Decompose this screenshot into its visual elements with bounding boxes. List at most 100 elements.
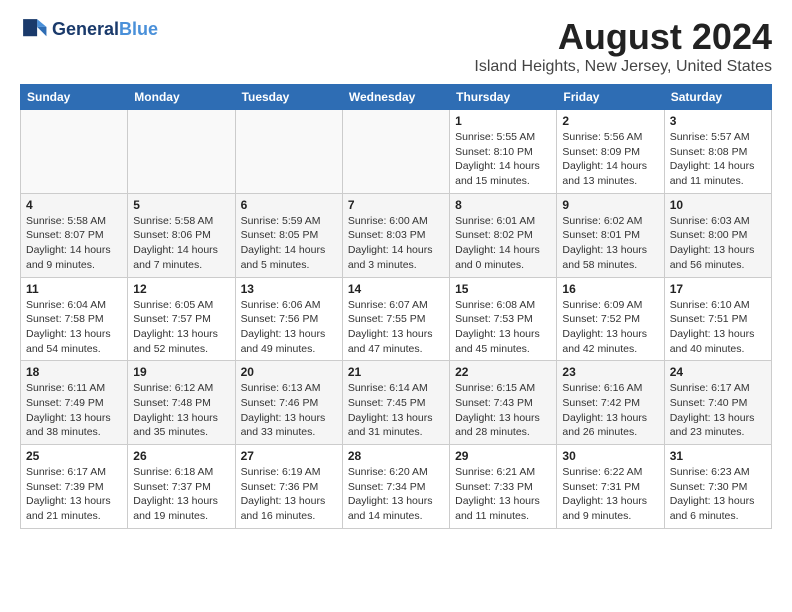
- day-number: 30: [562, 449, 658, 463]
- day-info: Sunrise: 6:02 AMSunset: 8:01 PMDaylight:…: [562, 214, 658, 273]
- day-info: Sunrise: 6:07 AMSunset: 7:55 PMDaylight:…: [348, 298, 444, 357]
- day-info: Sunrise: 6:04 AMSunset: 7:58 PMDaylight:…: [26, 298, 122, 357]
- day-info: Sunrise: 6:11 AMSunset: 7:49 PMDaylight:…: [26, 381, 122, 440]
- weekday-header-row: SundayMondayTuesdayWednesdayThursdayFrid…: [21, 85, 772, 110]
- day-number: 29: [455, 449, 551, 463]
- calendar-cell: 3 Sunrise: 5:57 AMSunset: 8:08 PMDaylight…: [664, 110, 771, 194]
- calendar-cell: 31 Sunrise: 6:23 AMSunset: 7:30 PMDayligh…: [664, 445, 771, 529]
- day-info: Sunrise: 6:06 AMSunset: 7:56 PMDaylight:…: [241, 298, 337, 357]
- day-info: Sunrise: 5:57 AMSunset: 8:08 PMDaylight:…: [670, 130, 766, 189]
- calendar-cell: 18 Sunrise: 6:11 AMSunset: 7:49 PMDayligh…: [21, 361, 128, 445]
- day-number: 26: [133, 449, 229, 463]
- day-info: Sunrise: 6:08 AMSunset: 7:53 PMDaylight:…: [455, 298, 551, 357]
- day-number: 3: [670, 114, 766, 128]
- week-row-2: 4 Sunrise: 5:58 AMSunset: 8:07 PMDaylight…: [21, 193, 772, 277]
- calendar-cell: 20Sunrise: 6:13 AMSunset: 7:46 PMDayligh…: [235, 361, 342, 445]
- day-number: 11: [26, 282, 122, 296]
- day-info: Sunrise: 6:22 AMSunset: 7:31 PMDaylight:…: [562, 465, 658, 524]
- day-info: Sunrise: 5:58 AMSunset: 8:07 PMDaylight:…: [26, 214, 122, 273]
- day-info: Sunrise: 6:18 AMSunset: 7:37 PMDaylight:…: [133, 465, 229, 524]
- day-info: Sunrise: 6:03 AMSunset: 8:00 PMDaylight:…: [670, 214, 766, 273]
- calendar-cell: 11 Sunrise: 6:04 AMSunset: 7:58 PMDayligh…: [21, 277, 128, 361]
- weekday-wednesday: Wednesday: [342, 85, 449, 110]
- calendar-cell: 28Sunrise: 6:20 AMSunset: 7:34 PMDayligh…: [342, 445, 449, 529]
- calendar-cell: 15 Sunrise: 6:08 AMSunset: 7:53 PMDayligh…: [450, 277, 557, 361]
- day-number: 24: [670, 365, 766, 379]
- calendar-cell: 21 Sunrise: 6:14 AMSunset: 7:45 PMDayligh…: [342, 361, 449, 445]
- day-number: 27: [241, 449, 337, 463]
- day-number: 4: [26, 198, 122, 212]
- calendar-cell: 2Sunrise: 5:56 AMSunset: 8:09 PMDaylight…: [557, 110, 664, 194]
- title-block: August 2024 Island Heights, New Jersey, …: [474, 16, 772, 76]
- week-row-4: 18 Sunrise: 6:11 AMSunset: 7:49 PMDayligh…: [21, 361, 772, 445]
- day-info: Sunrise: 6:15 AMSunset: 7:43 PMDaylight:…: [455, 381, 551, 440]
- day-number: 19: [133, 365, 229, 379]
- day-number: 10: [670, 198, 766, 212]
- calendar-table: SundayMondayTuesdayWednesdayThursdayFrid…: [20, 84, 772, 529]
- calendar-cell: 26 Sunrise: 6:18 AMSunset: 7:37 PMDayligh…: [128, 445, 235, 529]
- day-info: Sunrise: 6:01 AMSunset: 8:02 PMDaylight:…: [455, 214, 551, 273]
- day-info: Sunrise: 6:14 AMSunset: 7:45 PMDaylight:…: [348, 381, 444, 440]
- calendar-cell: 6 Sunrise: 5:59 AMSunset: 8:05 PMDaylight…: [235, 193, 342, 277]
- day-number: 22: [455, 365, 551, 379]
- day-info: Sunrise: 5:58 AMSunset: 8:06 PMDaylight:…: [133, 214, 229, 273]
- week-row-1: 1 Sunrise: 5:55 AMSunset: 8:10 PMDaylight…: [21, 110, 772, 194]
- day-number: 1: [455, 114, 551, 128]
- calendar-cell: 19 Sunrise: 6:12 AMSunset: 7:48 PMDayligh…: [128, 361, 235, 445]
- day-number: 23: [562, 365, 658, 379]
- calendar-cell: 27 Sunrise: 6:19 AMSunset: 7:36 PMDayligh…: [235, 445, 342, 529]
- calendar-cell: 29Sunrise: 6:21 AMSunset: 7:33 PMDayligh…: [450, 445, 557, 529]
- day-number: 25: [26, 449, 122, 463]
- weekday-thursday: Thursday: [450, 85, 557, 110]
- calendar-cell: 14 Sunrise: 6:07 AMSunset: 7:55 PMDayligh…: [342, 277, 449, 361]
- weekday-monday: Monday: [128, 85, 235, 110]
- day-info: Sunrise: 6:09 AMSunset: 7:52 PMDaylight:…: [562, 298, 658, 357]
- day-number: 15: [455, 282, 551, 296]
- day-number: 17: [670, 282, 766, 296]
- calendar-cell: 24 Sunrise: 6:17 AMSunset: 7:40 PMDayligh…: [664, 361, 771, 445]
- weekday-tuesday: Tuesday: [235, 85, 342, 110]
- calendar-cell: 1 Sunrise: 5:55 AMSunset: 8:10 PMDaylight…: [450, 110, 557, 194]
- location-title: Island Heights, New Jersey, United State…: [474, 58, 772, 76]
- day-info: Sunrise: 6:16 AMSunset: 7:42 PMDaylight:…: [562, 381, 658, 440]
- calendar-cell: 12 Sunrise: 6:05 AMSunset: 7:57 PMDayligh…: [128, 277, 235, 361]
- calendar-cell: 9 Sunrise: 6:02 AMSunset: 8:01 PMDaylight…: [557, 193, 664, 277]
- day-number: 16: [562, 282, 658, 296]
- calendar-cell: 10 Sunrise: 6:03 AMSunset: 8:00 PMDayligh…: [664, 193, 771, 277]
- weekday-saturday: Saturday: [664, 85, 771, 110]
- week-row-3: 11 Sunrise: 6:04 AMSunset: 7:58 PMDayligh…: [21, 277, 772, 361]
- calendar-cell: 5 Sunrise: 5:58 AMSunset: 8:06 PMDaylight…: [128, 193, 235, 277]
- calendar-cell: [235, 110, 342, 194]
- day-number: 9: [562, 198, 658, 212]
- day-number: 18: [26, 365, 122, 379]
- logo-icon: [20, 16, 48, 44]
- day-number: 5: [133, 198, 229, 212]
- calendar-cell: 4 Sunrise: 5:58 AMSunset: 8:07 PMDaylight…: [21, 193, 128, 277]
- day-info: Sunrise: 6:12 AMSunset: 7:48 PMDaylight:…: [133, 381, 229, 440]
- calendar-cell: [342, 110, 449, 194]
- calendar-cell: 8Sunrise: 6:01 AMSunset: 8:02 PMDaylight…: [450, 193, 557, 277]
- calendar-cell: 22 Sunrise: 6:15 AMSunset: 7:43 PMDayligh…: [450, 361, 557, 445]
- day-info: Sunrise: 6:19 AMSunset: 7:36 PMDaylight:…: [241, 465, 337, 524]
- calendar-cell: 30 Sunrise: 6:22 AMSunset: 7:31 PMDayligh…: [557, 445, 664, 529]
- day-number: 14: [348, 282, 444, 296]
- day-info: Sunrise: 6:00 AMSunset: 8:03 PMDaylight:…: [348, 214, 444, 273]
- day-info: Sunrise: 6:23 AMSunset: 7:30 PMDaylight:…: [670, 465, 766, 524]
- day-number: 2: [562, 114, 658, 128]
- day-info: Sunrise: 6:05 AMSunset: 7:57 PMDaylight:…: [133, 298, 229, 357]
- calendar-cell: 17Sunrise: 6:10 AMSunset: 7:51 PMDayligh…: [664, 277, 771, 361]
- day-number: 12: [133, 282, 229, 296]
- day-number: 31: [670, 449, 766, 463]
- page-header: GeneralBlue August 2024 Island Heights, …: [20, 16, 772, 76]
- day-number: 7: [348, 198, 444, 212]
- day-info: Sunrise: 5:59 AMSunset: 8:05 PMDaylight:…: [241, 214, 337, 273]
- calendar-cell: [128, 110, 235, 194]
- day-number: 6: [241, 198, 337, 212]
- day-info: Sunrise: 6:13 AMSunset: 7:46 PMDaylight:…: [241, 381, 337, 440]
- day-info: Sunrise: 6:17 AMSunset: 7:40 PMDaylight:…: [670, 381, 766, 440]
- day-number: 28: [348, 449, 444, 463]
- day-number: 21: [348, 365, 444, 379]
- day-info: Sunrise: 5:55 AMSunset: 8:10 PMDaylight:…: [455, 130, 551, 189]
- day-info: Sunrise: 6:17 AMSunset: 7:39 PMDaylight:…: [26, 465, 122, 524]
- week-row-5: 25 Sunrise: 6:17 AMSunset: 7:39 PMDayligh…: [21, 445, 772, 529]
